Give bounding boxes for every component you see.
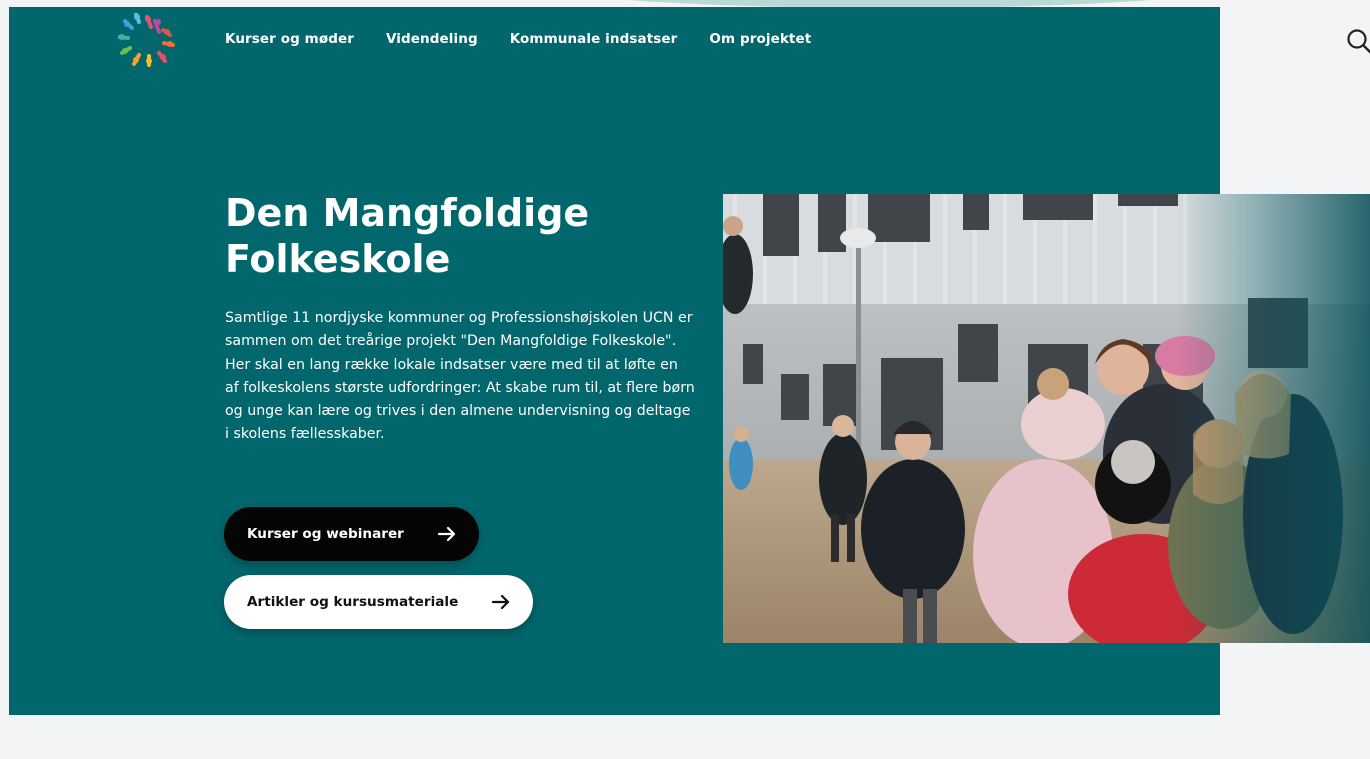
articles-materials-button[interactable]: Artikler og kursusmateriale [224, 575, 533, 629]
children-circle-logo-icon[interactable] [117, 12, 176, 67]
nav-item-kommunale-indsatser[interactable]: Kommunale indsatser [510, 31, 678, 47]
nav-item-kurser-og-moder[interactable]: Kurser og møder [225, 31, 354, 47]
arrow-right-icon [491, 592, 511, 612]
nav-item-om-projektet[interactable]: Om projektet [709, 31, 811, 47]
nav-item-videndeling[interactable]: Videndeling [386, 31, 478, 47]
page-title: Den Mangfoldige Folkeskole [225, 191, 590, 281]
articles-materials-label: Artikler og kursusmateriale [247, 594, 459, 610]
main-nav: Kurser og møder Videndeling Kommunale in… [225, 31, 811, 47]
hero-description: Samtlige 11 nordjyske kommuner og Profes… [225, 310, 695, 443]
arrow-right-icon [437, 524, 457, 544]
page: Kurser og møder Videndeling Kommunale in… [0, 0, 1370, 759]
search-icon[interactable] [1346, 28, 1370, 54]
courses-webinars-label: Kurser og webinarer [247, 526, 404, 542]
courses-webinars-button[interactable]: Kurser og webinarer [224, 507, 479, 561]
school-children-hugging-photo [723, 194, 1370, 643]
